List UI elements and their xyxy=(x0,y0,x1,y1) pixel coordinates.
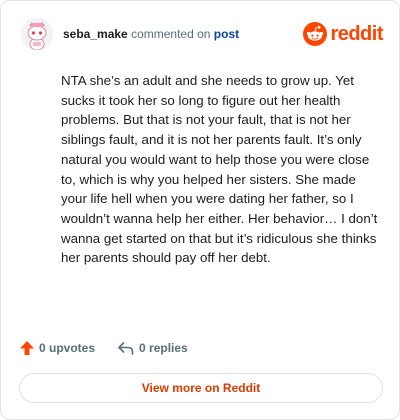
post-link[interactable]: post xyxy=(214,27,239,41)
username-link[interactable]: seba_make xyxy=(63,27,128,41)
view-more-button[interactable]: View more on Reddit xyxy=(19,373,383,403)
snoo-avatar-icon xyxy=(21,18,53,50)
comment-card: seba_make commented on post reddit NTA s… xyxy=(0,0,400,420)
upvote-button[interactable]: 0 upvotes xyxy=(19,340,95,356)
comment-meta: seba_make commented on post xyxy=(63,27,239,41)
comment-header: seba_make commented on post reddit xyxy=(21,16,383,52)
comment-actions: 0 upvotes 0 replies xyxy=(19,337,188,359)
reddit-wordmark: reddit xyxy=(330,22,383,45)
upvote-arrow-icon xyxy=(20,341,34,355)
upvotes-count: 0 upvotes xyxy=(39,341,96,355)
reply-arrow-icon xyxy=(118,342,134,355)
reddit-logo[interactable]: reddit xyxy=(303,22,383,46)
comment-body: NTA she’s an adult and she needs to grow… xyxy=(61,73,378,266)
commented-on-text: commented on xyxy=(131,27,211,41)
replies-count: 0 replies xyxy=(139,341,188,355)
user-avatar[interactable] xyxy=(21,18,53,50)
reddit-snoo-icon xyxy=(303,22,328,46)
reply-button[interactable]: 0 replies xyxy=(117,340,188,356)
